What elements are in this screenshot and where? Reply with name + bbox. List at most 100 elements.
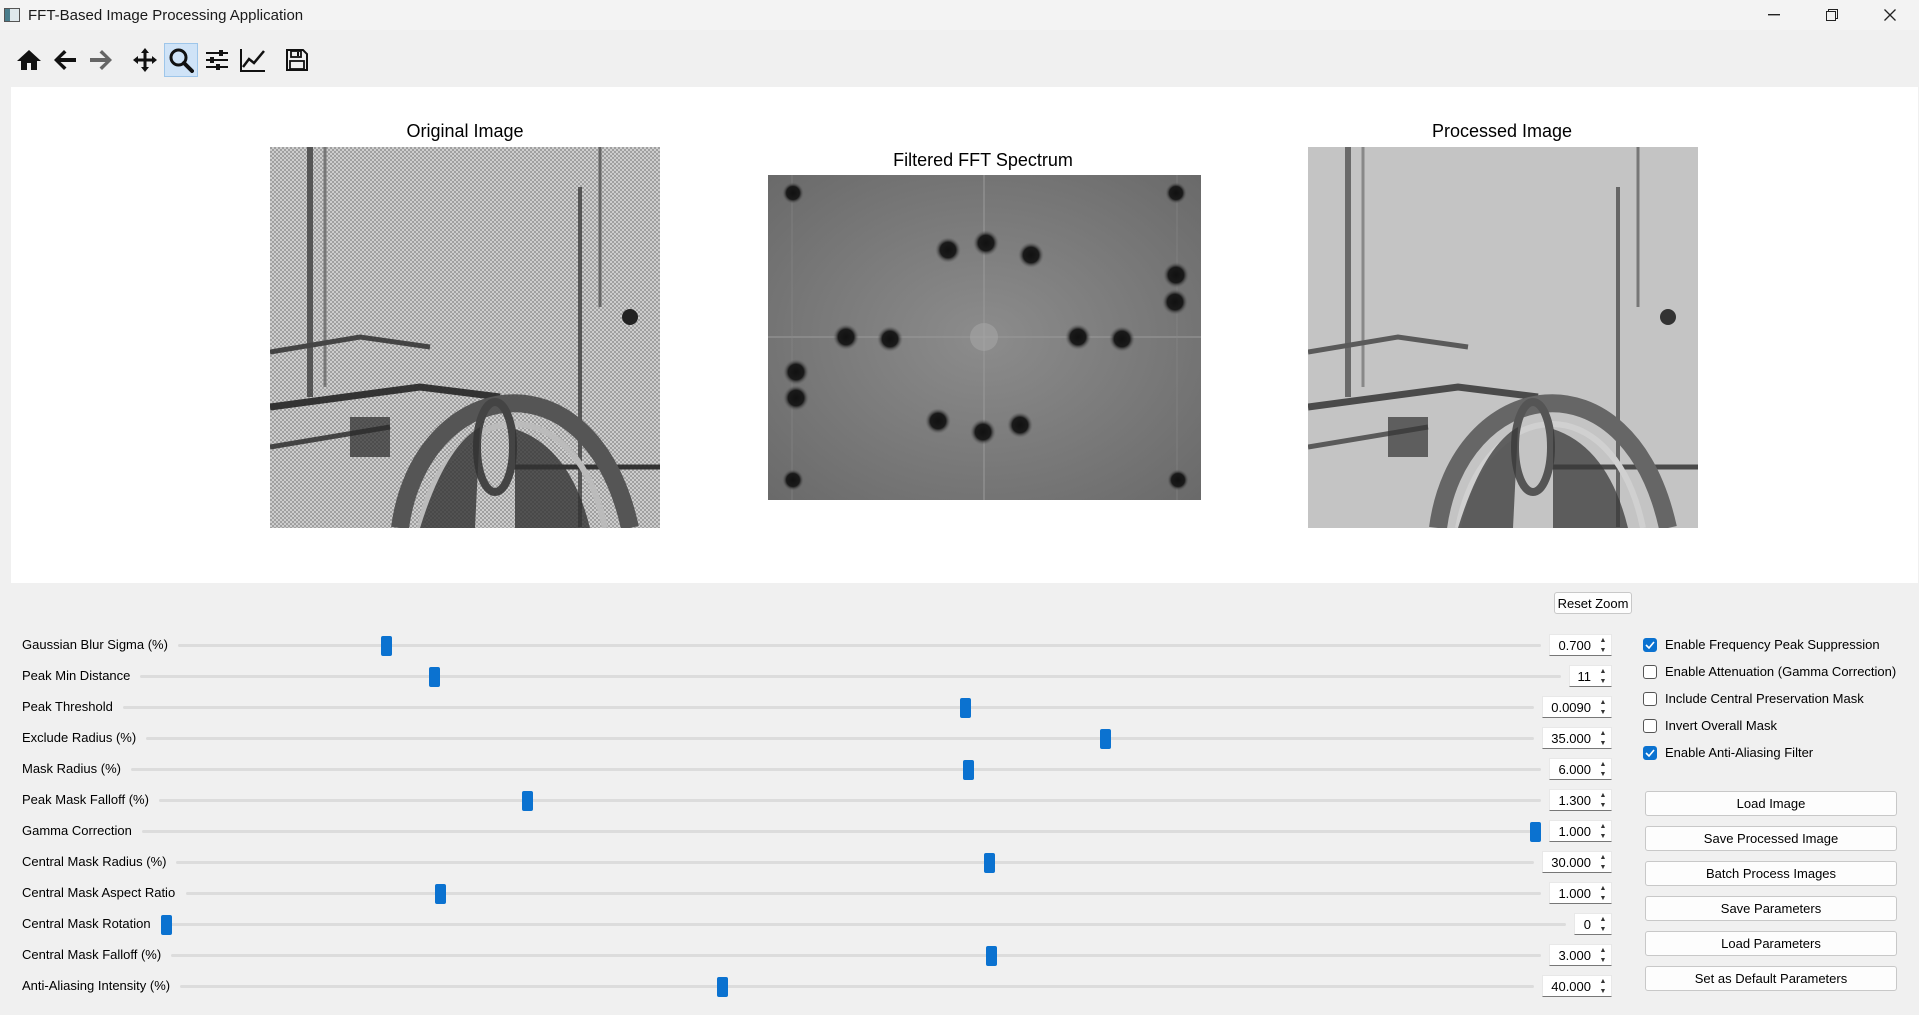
home-icon[interactable]: [12, 43, 46, 77]
checkbox-checked-icon[interactable]: [1643, 745, 1657, 760]
slider-track[interactable]: [180, 985, 1534, 988]
value-spinbox[interactable]: 3.000 ▲ ▼: [1549, 944, 1612, 966]
spin-down-icon[interactable]: ▼: [1600, 739, 1607, 748]
slider-track[interactable]: [159, 799, 1541, 802]
slider-track[interactable]: [186, 892, 1541, 895]
slider-handle[interactable]: [963, 760, 974, 780]
spin-down-icon[interactable]: ▼: [1600, 801, 1607, 810]
minimize-icon[interactable]: [1745, 0, 1803, 30]
original-image[interactable]: [270, 147, 660, 528]
checkbox-option[interactable]: Enable Anti-Aliasing Filter: [1643, 739, 1896, 766]
spin-arrows[interactable]: ▲ ▼: [1596, 791, 1610, 810]
spin-up-icon[interactable]: ▲: [1600, 853, 1607, 862]
value-spinbox[interactable]: 35.000 ▲ ▼: [1542, 727, 1612, 749]
value-spinbox[interactable]: 11 ▲ ▼: [1569, 665, 1612, 687]
zoom-icon[interactable]: [164, 43, 198, 77]
spin-up-icon[interactable]: ▲: [1600, 884, 1607, 893]
value-spinbox[interactable]: 6.000 ▲ ▼: [1549, 758, 1612, 780]
figure-canvas[interactable]: Original Image Filtered FFT Spectrum Pro…: [11, 87, 1918, 583]
back-arrow-icon[interactable]: [48, 43, 82, 77]
checkbox-unchecked-icon[interactable]: [1643, 718, 1657, 733]
slider-handle[interactable]: [429, 667, 440, 687]
set-default-parameters-button[interactable]: Set as Default Parameters: [1645, 966, 1897, 991]
spin-up-icon[interactable]: ▲: [1600, 760, 1607, 769]
load-image-button[interactable]: Load Image: [1645, 791, 1897, 816]
spin-arrows[interactable]: ▲ ▼: [1596, 884, 1610, 903]
slider-track[interactable]: [142, 830, 1541, 833]
batch-process-button[interactable]: Batch Process Images: [1645, 861, 1897, 886]
spin-up-icon[interactable]: ▲: [1600, 822, 1607, 831]
configure-subplots-icon[interactable]: [200, 43, 234, 77]
value-spinbox[interactable]: 0.0090 ▲ ▼: [1542, 696, 1612, 718]
checkbox-unchecked-icon[interactable]: [1643, 691, 1657, 706]
slider-handle[interactable]: [984, 853, 995, 873]
slider-track[interactable]: [140, 675, 1561, 678]
spin-arrows[interactable]: ▲ ▼: [1596, 667, 1610, 686]
slider-handle[interactable]: [960, 698, 971, 718]
spin-arrows[interactable]: ▲ ▼: [1596, 946, 1610, 965]
value-spinbox[interactable]: 30.000 ▲ ▼: [1542, 851, 1612, 873]
slider-track[interactable]: [146, 737, 1534, 740]
slider-handle[interactable]: [522, 791, 533, 811]
spin-arrows[interactable]: ▲ ▼: [1596, 822, 1610, 841]
spin-up-icon[interactable]: ▲: [1600, 636, 1607, 645]
value-spinbox[interactable]: 1.300 ▲ ▼: [1549, 789, 1612, 811]
forward-arrow-icon[interactable]: [84, 43, 118, 77]
slider-track[interactable]: [123, 706, 1534, 709]
reset-zoom-button[interactable]: Reset Zoom: [1554, 592, 1632, 614]
spin-arrows[interactable]: ▲ ▼: [1596, 729, 1610, 748]
restore-icon[interactable]: [1803, 0, 1861, 30]
spin-down-icon[interactable]: ▼: [1600, 987, 1607, 996]
slider-handle[interactable]: [986, 946, 997, 966]
checkbox-option[interactable]: Invert Overall Mask: [1643, 712, 1896, 739]
slider-handle[interactable]: [717, 977, 728, 997]
spin-up-icon[interactable]: ▲: [1600, 915, 1607, 924]
save-icon[interactable]: [280, 43, 314, 77]
slider-handle[interactable]: [1530, 822, 1541, 842]
spin-up-icon[interactable]: ▲: [1600, 729, 1607, 738]
spin-arrows[interactable]: ▲ ▼: [1596, 760, 1610, 779]
spin-arrows[interactable]: ▲ ▼: [1596, 853, 1610, 872]
slider-handle[interactable]: [435, 884, 446, 904]
slider-handle[interactable]: [161, 915, 172, 935]
close-icon[interactable]: [1861, 0, 1919, 30]
spin-down-icon[interactable]: ▼: [1600, 894, 1607, 903]
slider-track[interactable]: [176, 861, 1534, 864]
spin-arrows[interactable]: ▲ ▼: [1596, 636, 1610, 655]
spin-arrows[interactable]: ▲ ▼: [1596, 915, 1610, 934]
save-processed-image-button[interactable]: Save Processed Image: [1645, 826, 1897, 851]
checkbox-checked-icon[interactable]: [1643, 637, 1657, 652]
value-spinbox[interactable]: 0 ▲ ▼: [1574, 913, 1612, 935]
edit-axis-icon[interactable]: [236, 43, 270, 77]
slider-handle[interactable]: [1100, 729, 1111, 749]
fft-spectrum-image[interactable]: [768, 175, 1201, 500]
spin-down-icon[interactable]: ▼: [1600, 708, 1607, 717]
spin-arrows[interactable]: ▲ ▼: [1596, 698, 1610, 717]
spin-down-icon[interactable]: ▼: [1600, 832, 1607, 841]
spin-arrows[interactable]: ▲ ▼: [1596, 977, 1610, 996]
spin-down-icon[interactable]: ▼: [1600, 956, 1607, 965]
value-spinbox[interactable]: 0.700 ▲ ▼: [1549, 634, 1612, 656]
load-parameters-button[interactable]: Load Parameters: [1645, 931, 1897, 956]
processed-image[interactable]: [1308, 147, 1698, 528]
slider-handle[interactable]: [381, 636, 392, 656]
spin-down-icon[interactable]: ▼: [1600, 646, 1607, 655]
value-spinbox[interactable]: 1.000 ▲ ▼: [1549, 882, 1612, 904]
checkbox-option[interactable]: Enable Frequency Peak Suppression: [1643, 631, 1896, 658]
slider-track[interactable]: [131, 768, 1541, 771]
spin-down-icon[interactable]: ▼: [1600, 677, 1607, 686]
spin-down-icon[interactable]: ▼: [1600, 770, 1607, 779]
spin-up-icon[interactable]: ▲: [1600, 698, 1607, 707]
pan-icon[interactable]: [128, 43, 162, 77]
save-parameters-button[interactable]: Save Parameters: [1645, 896, 1897, 921]
checkbox-option[interactable]: Enable Attenuation (Gamma Correction): [1643, 658, 1896, 685]
slider-track[interactable]: [171, 954, 1541, 957]
spin-up-icon[interactable]: ▲: [1600, 946, 1607, 955]
value-spinbox[interactable]: 40.000 ▲ ▼: [1542, 975, 1612, 997]
checkbox-unchecked-icon[interactable]: [1643, 664, 1657, 679]
spin-up-icon[interactable]: ▲: [1600, 791, 1607, 800]
checkbox-option[interactable]: Include Central Preservation Mask: [1643, 685, 1896, 712]
spin-up-icon[interactable]: ▲: [1600, 977, 1607, 986]
spin-down-icon[interactable]: ▼: [1600, 925, 1607, 934]
spin-down-icon[interactable]: ▼: [1600, 863, 1607, 872]
